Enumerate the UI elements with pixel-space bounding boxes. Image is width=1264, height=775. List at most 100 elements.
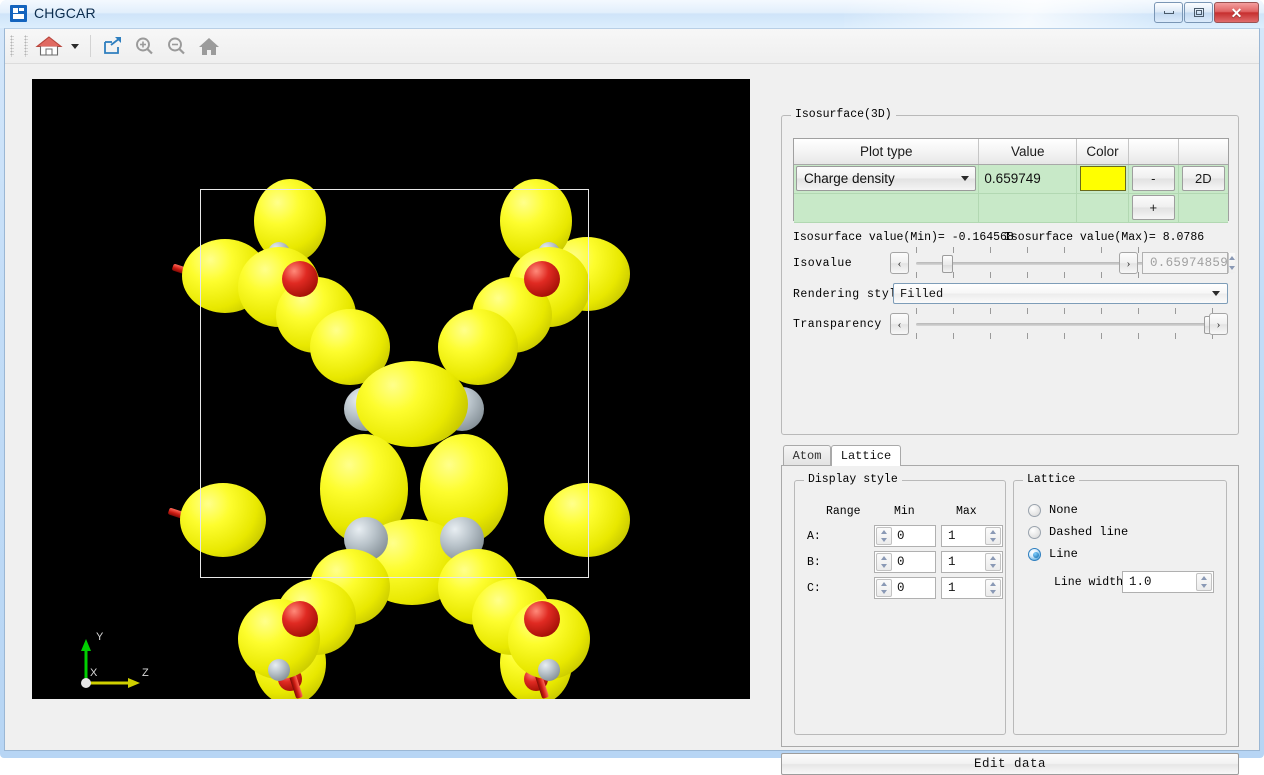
- structure-viewport[interactable]: Y X Z: [32, 79, 750, 699]
- range-c-max-field[interactable]: 1: [941, 577, 1003, 599]
- home-gray-button[interactable]: [195, 32, 223, 60]
- isovalue-stepper[interactable]: [1228, 253, 1235, 273]
- range-b-min-field[interactable]: 0: [874, 551, 936, 573]
- radio-icon: [1028, 526, 1041, 539]
- cell-color[interactable]: [1077, 164, 1129, 193]
- home-dropdown-button[interactable]: [68, 32, 82, 60]
- range-b-max-stepper[interactable]: [985, 553, 1001, 571]
- toolbar-grip[interactable]: [10, 35, 14, 57]
- column-header-color: Color: [1077, 139, 1129, 164]
- lattice-option-none[interactable]: None: [1028, 503, 1078, 517]
- range-a-min-field[interactable]: 0: [874, 525, 936, 547]
- stepper-down[interactable]: [986, 562, 1000, 570]
- stepper-up[interactable]: [877, 554, 891, 562]
- rendering-style-value: Filled: [900, 287, 943, 301]
- export-button[interactable]: [99, 32, 127, 60]
- axis-label-x: X: [90, 667, 97, 679]
- cell-value[interactable]: 0.659749: [979, 164, 1077, 193]
- stepper-up[interactable]: [986, 580, 1000, 588]
- column-header-range: Range: [826, 505, 861, 518]
- stepper-down[interactable]: [986, 588, 1000, 596]
- isovalue-decrement-button[interactable]: ‹: [890, 252, 909, 274]
- rendering-style-label: Rendering style: [793, 288, 904, 301]
- tab-lattice[interactable]: Lattice: [831, 445, 901, 466]
- transparency-label: Transparency: [793, 318, 882, 331]
- caret-down-icon: [1229, 266, 1235, 270]
- caret-up-icon: [881, 556, 887, 560]
- stepper-up[interactable]: [1197, 574, 1211, 582]
- lattice-groupbox: Lattice None Dashed line Line Line width: [1013, 480, 1227, 735]
- range-b-min-stepper[interactable]: [876, 553, 892, 571]
- isovalue-field[interactable]: 0.65974859: [1142, 252, 1228, 274]
- range-a-min-stepper[interactable]: [876, 527, 892, 545]
- range-b-max-field[interactable]: 1: [941, 551, 1003, 573]
- stepper-down[interactable]: [877, 562, 891, 570]
- cell-empty-last: [1178, 193, 1228, 222]
- stepper-up[interactable]: [877, 528, 891, 536]
- axis-label-y: Y: [96, 631, 103, 643]
- edit-data-button[interactable]: Edit data: [781, 753, 1239, 775]
- stepper-up[interactable]: [986, 528, 1000, 536]
- range-c-min-stepper[interactable]: [876, 579, 892, 597]
- color-swatch[interactable]: [1080, 166, 1126, 191]
- range-row-label-c: C:: [807, 582, 821, 595]
- lattice-option-line[interactable]: Line: [1028, 547, 1078, 561]
- toolbar-grip-2[interactable]: [24, 35, 28, 57]
- isovalue-increment-button[interactable]: ›: [1119, 252, 1138, 274]
- caret-down-icon: [881, 538, 887, 542]
- remove-row-button[interactable]: -: [1132, 166, 1175, 191]
- range-row-label-a: A:: [807, 530, 821, 543]
- rendering-style-select[interactable]: Filled: [893, 283, 1228, 304]
- isovalue-label: Isovalue: [793, 257, 852, 270]
- transparency-increment-button[interactable]: ›: [1209, 313, 1228, 335]
- stepper-down[interactable]: [986, 536, 1000, 544]
- maximize-button[interactable]: [1184, 2, 1213, 23]
- view-2d-button[interactable]: 2D: [1182, 166, 1225, 191]
- zoom-out-button[interactable]: [163, 32, 191, 60]
- transparency-decrement-button[interactable]: ‹: [890, 313, 909, 335]
- stepper-down[interactable]: [1197, 582, 1211, 590]
- isovalue-slider-handle[interactable]: [942, 255, 953, 273]
- isovalue-slider[interactable]: [916, 252, 1146, 274]
- stepper-down[interactable]: [877, 536, 891, 544]
- slider-track: [916, 323, 1216, 326]
- close-button[interactable]: ✕: [1214, 2, 1259, 23]
- caret-up-icon: [1201, 576, 1207, 580]
- toolbar-separator: [90, 35, 91, 57]
- range-a-max-field[interactable]: 1: [941, 525, 1003, 547]
- isosurface-groupbox: Isosurface(3D) Plot type Value Color: [781, 115, 1239, 435]
- tab-atom[interactable]: Atom: [783, 445, 831, 465]
- right-panel: Isosurface(3D) Plot type Value Color: [777, 77, 1243, 742]
- export-icon: [102, 36, 124, 56]
- range-c-min-field[interactable]: 0: [874, 577, 936, 599]
- isovalue-cell-text: 0.659749: [979, 171, 1076, 186]
- maximize-icon: [1194, 8, 1204, 17]
- add-row-button[interactable]: +: [1132, 195, 1175, 220]
- stepper-down[interactable]: [1229, 263, 1235, 273]
- line-width-stepper[interactable]: [1196, 573, 1212, 591]
- stepper-up[interactable]: [986, 554, 1000, 562]
- range-a-max-stepper[interactable]: [985, 527, 1001, 545]
- zoom-in-button[interactable]: [131, 32, 159, 60]
- plot-type-select[interactable]: Charge density: [796, 166, 976, 191]
- table-row: Charge density 0.659749 -: [794, 164, 1228, 193]
- lattice-tab-panel: Display style Range Min Max A: 0 1: [781, 465, 1239, 747]
- stepper-up[interactable]: [1229, 253, 1235, 263]
- cell-plot-type-empty[interactable]: [794, 193, 979, 222]
- stepper-down[interactable]: [877, 588, 891, 596]
- axis-label-z: Z: [142, 667, 149, 679]
- cell-color-empty[interactable]: [1077, 193, 1129, 222]
- column-header-blank2: [1178, 139, 1228, 164]
- column-header-min: Min: [894, 505, 915, 518]
- stepper-up[interactable]: [877, 580, 891, 588]
- line-width-field[interactable]: 1.0: [1122, 571, 1214, 593]
- cell-value-empty[interactable]: [979, 193, 1077, 222]
- minimize-button[interactable]: [1154, 2, 1183, 23]
- range-c-max-stepper[interactable]: [985, 579, 1001, 597]
- cell-plot-type: Charge density: [794, 164, 979, 193]
- home-red-button[interactable]: [34, 32, 64, 60]
- transparency-slider[interactable]: [916, 313, 1216, 335]
- lattice-option-dashed-line[interactable]: Dashed line: [1028, 525, 1128, 539]
- range-b-max-value: 1: [942, 555, 984, 569]
- table-header-row: Plot type Value Color: [794, 139, 1228, 164]
